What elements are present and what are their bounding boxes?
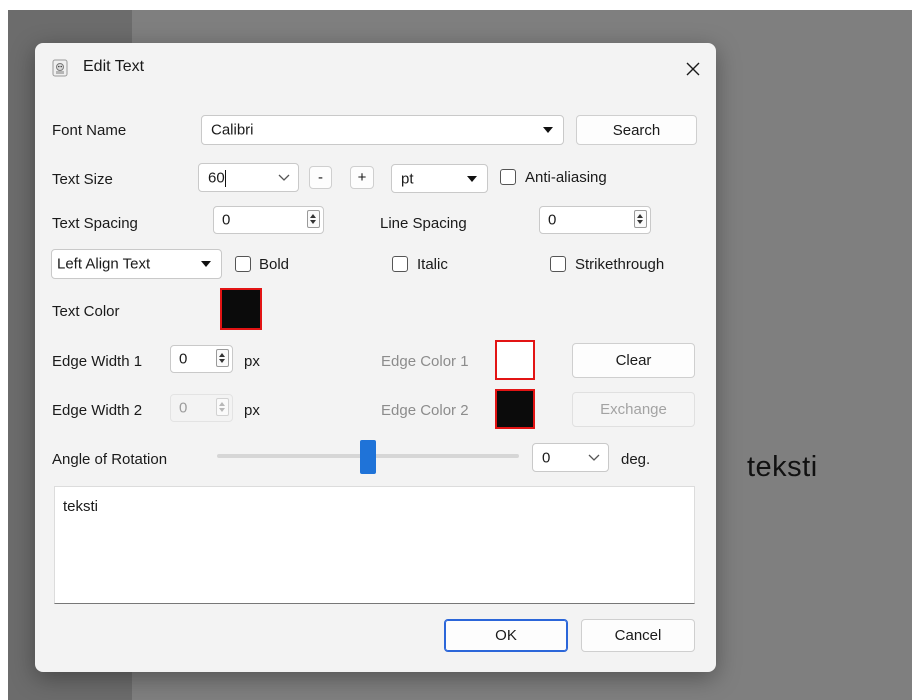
edge-width-1-value: 0 <box>179 350 188 368</box>
text-spacing-spinner[interactable]: 0 <box>213 206 324 234</box>
text-color-swatch[interactable] <box>220 288 262 330</box>
search-button[interactable]: Search <box>576 115 697 145</box>
edge-width-2-label: Edge Width 2 <box>52 402 143 419</box>
text-spacing-label: Text Spacing <box>52 215 138 232</box>
chevron-down-icon <box>588 454 600 461</box>
rotation-value-combo[interactable]: 0 <box>532 443 609 472</box>
text-cursor <box>225 170 226 187</box>
rotation-value: 0 <box>542 449 551 466</box>
line-spacing-spinner[interactable]: 0 <box>539 206 651 234</box>
dropdown-arrow-icon <box>201 261 211 267</box>
italic-label: Italic <box>417 256 448 273</box>
cancel-button[interactable]: Cancel <box>581 619 695 652</box>
anti-aliasing-checkbox[interactable] <box>500 169 516 185</box>
edge-width-1-label: Edge Width 1 <box>52 353 143 370</box>
edge-width-2-value: 0 <box>179 399 188 417</box>
text-align-value: Left Align Text <box>57 255 151 273</box>
exchange-button[interactable]: Exchange <box>572 392 695 427</box>
edge-width-1-unit: px <box>244 353 260 370</box>
bold-label: Bold <box>259 256 290 273</box>
text-color-label: Text Color <box>52 303 120 320</box>
text-content-input[interactable]: teksti <box>54 486 695 604</box>
rotation-label: Angle of Rotation <box>52 451 168 468</box>
italic-checkbox[interactable] <box>392 256 408 272</box>
size-unit-value: pt <box>401 170 414 187</box>
edge-width-2-spinner[interactable]: 0 <box>170 394 233 422</box>
canvas-text-preview: teksti <box>747 451 818 483</box>
line-spacing-value: 0 <box>548 211 557 229</box>
text-content-value: teksti <box>63 498 99 515</box>
close-icon <box>686 62 700 76</box>
spinner-arrows-icon[interactable] <box>216 398 229 416</box>
text-size-label: Text Size <box>52 171 113 188</box>
app-icon <box>51 59 69 77</box>
title-bar: Edit Text <box>35 43 716 95</box>
font-name-value: Calibri <box>211 121 254 139</box>
text-size-value: 60 <box>208 169 225 186</box>
edge-width-2-unit: px <box>244 402 260 419</box>
font-name-dropdown[interactable]: Calibri <box>201 115 564 145</box>
close-button[interactable] <box>670 43 716 95</box>
edge-width-1-spinner[interactable]: 0 <box>170 345 233 373</box>
bold-checkbox[interactable] <box>235 256 251 272</box>
dropdown-arrow-icon <box>467 175 477 182</box>
edit-text-dialog: Edit Text Font Name Calibri Search Text … <box>35 43 716 672</box>
size-increase-button[interactable]: + <box>350 166 374 189</box>
edge-color-1-label: Edge Color 1 <box>381 353 469 370</box>
edge-color-2-label: Edge Color 2 <box>381 402 469 419</box>
dropdown-arrow-icon <box>543 127 553 133</box>
rotation-slider-thumb[interactable] <box>360 440 376 474</box>
font-name-label: Font Name <box>52 122 127 139</box>
clear-button[interactable]: Clear <box>572 343 695 378</box>
spinner-arrows-icon[interactable] <box>634 210 647 228</box>
line-spacing-label: Line Spacing <box>380 215 467 232</box>
size-decrease-button[interactable]: - <box>309 166 332 189</box>
rotation-unit: deg. <box>621 451 651 468</box>
edge-color-1-swatch[interactable] <box>495 340 535 380</box>
strikethrough-label: Strikethrough <box>575 256 665 273</box>
anti-aliasing-label: Anti-aliasing <box>525 169 607 186</box>
text-align-dropdown[interactable]: Left Align Text <box>51 249 222 279</box>
size-unit-dropdown[interactable]: pt <box>391 164 488 193</box>
ok-button[interactable]: OK <box>444 619 568 652</box>
spinner-arrows-icon[interactable] <box>216 349 229 367</box>
dialog-title: Edit Text <box>83 58 145 75</box>
chevron-down-icon <box>278 174 290 181</box>
edge-color-2-swatch[interactable] <box>495 389 535 429</box>
text-size-combo[interactable]: 60 <box>198 163 299 192</box>
strikethrough-checkbox[interactable] <box>550 256 566 272</box>
text-spacing-value: 0 <box>222 211 231 229</box>
spinner-arrows-icon[interactable] <box>307 210 320 228</box>
